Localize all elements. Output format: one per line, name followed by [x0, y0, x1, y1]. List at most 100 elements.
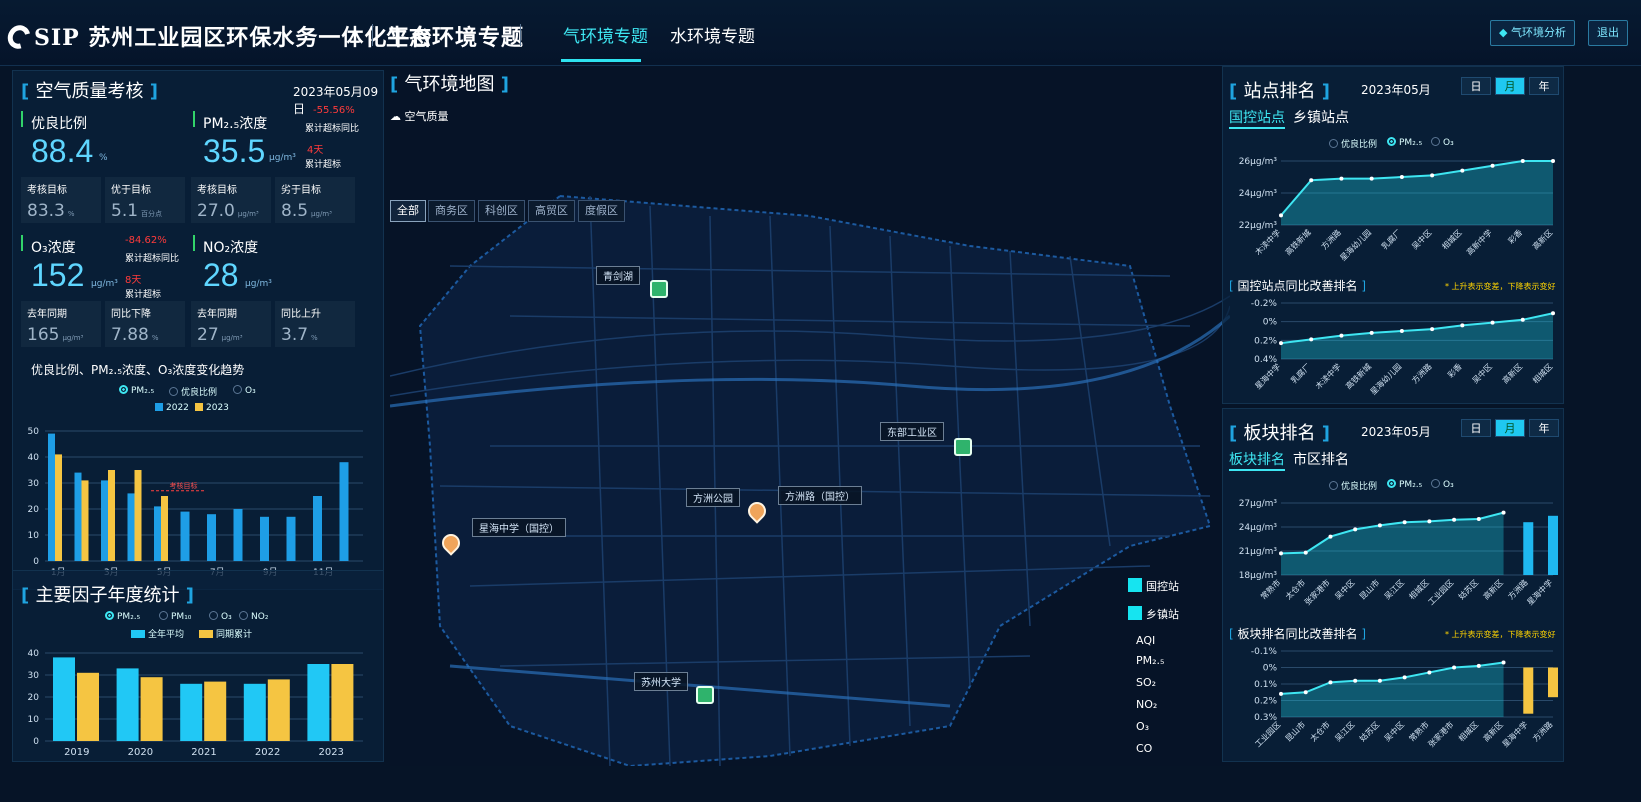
tab-national-station[interactable]: 国控站点: [1229, 107, 1285, 129]
toggle-month[interactable]: 月: [1495, 77, 1525, 95]
bar: [77, 672, 99, 741]
radio-o3[interactable]: O₃: [209, 611, 232, 622]
radio-pm25[interactable]: PM₂.₅: [1387, 479, 1422, 490]
radio-no2[interactable]: NO₂: [239, 611, 268, 622]
data-point: [1353, 678, 1358, 683]
air-quality-panel: [ 空气质量考核 ] 2023年05月09日 优良比例 88.4 % PM₂.₅…: [12, 70, 384, 590]
data-point: [1501, 660, 1506, 665]
y-tick-label: 22μg/m³: [1239, 221, 1278, 231]
data-point: [1460, 323, 1465, 328]
y-tick-label: 10: [28, 715, 40, 725]
header-divider: [372, 24, 373, 46]
good-ratio-label: 优良比例: [31, 116, 87, 132]
x-tick-label: 吴中区: [1409, 227, 1433, 251]
tab-city-rank[interactable]: 市区排名: [1293, 449, 1349, 469]
layer-co[interactable]: CO: [1136, 742, 1152, 755]
layer-aqi[interactable]: AQI: [1136, 634, 1155, 647]
layer-so2[interactable]: SO₂: [1136, 676, 1156, 689]
legend-2022: 2022: [155, 403, 189, 413]
pm25-days-label: 累计超标: [305, 160, 342, 170]
filter-trade[interactable]: 高贸区: [528, 200, 575, 222]
bar: [81, 480, 89, 561]
bar: [127, 493, 135, 561]
bar: [204, 681, 227, 741]
toggle-day[interactable]: 日: [1461, 419, 1491, 437]
station-marker[interactable]: [650, 280, 668, 298]
bar: [134, 470, 142, 561]
filter-all[interactable]: 全部: [390, 200, 426, 222]
map-label: 东部工业区: [880, 422, 944, 441]
metric-marker: [193, 235, 195, 251]
bar: [48, 433, 55, 561]
annual-chart: 0 10 20 30 40 2019 2020 2021 2022 2023: [13, 645, 385, 763]
station-marker[interactable]: [954, 438, 972, 456]
data-point: [1339, 176, 1344, 181]
tab-town-station[interactable]: 乡镇站点: [1293, 107, 1349, 127]
toggle-year[interactable]: 年: [1529, 419, 1559, 437]
layer-no2[interactable]: NO₂: [1136, 698, 1157, 711]
no2-unit: μg/m³: [245, 279, 272, 289]
radio-pm25[interactable]: PM₂.₅: [105, 611, 140, 622]
x-tick-label: 木渎中学: [1253, 227, 1283, 257]
bar: [1548, 515, 1558, 575]
radio-pm25[interactable]: PM₂.₅: [119, 385, 154, 396]
data-point: [1501, 510, 1506, 515]
o3-label: O₃浓度: [31, 240, 76, 256]
filter-business[interactable]: 商务区: [428, 200, 475, 222]
radio-good-ratio[interactable]: 优良比例: [169, 385, 217, 398]
y-tick-label: 20: [28, 505, 40, 515]
radio-good-ratio[interactable]: 优良比例: [1329, 479, 1377, 492]
filter-resort[interactable]: 度假区: [578, 200, 625, 222]
x-tick-label: 姑苏区: [1456, 577, 1480, 601]
pm25-change-label: 累计超标同比: [305, 124, 360, 134]
tab-air[interactable]: 气环境专题: [563, 22, 648, 47]
data-point: [1399, 329, 1404, 333]
radio-o3[interactable]: O₃: [233, 385, 256, 396]
data-point: [1460, 168, 1465, 173]
trend-title: 优良比例、PM₂.₅浓度、O₃浓度变化趋势: [31, 363, 245, 377]
layer-o3[interactable]: O₃: [1136, 720, 1149, 733]
legend-annual-avg: 全年平均: [131, 627, 184, 640]
radio-pm10[interactable]: PM₁₀: [159, 611, 191, 622]
block-improve-chart: -0.1% 0% 0.1% 0.2% 0.3% 工业园区 昆山市 太仓市 吴江区 姑苏区 吴中区 常熟…: [1223, 643, 1565, 761]
data-point: [1430, 327, 1435, 332]
radio-o3[interactable]: O₃: [1431, 137, 1454, 148]
radio-o3[interactable]: O₃: [1431, 479, 1454, 490]
bar: [180, 511, 190, 561]
bar: [140, 677, 163, 741]
tab-water[interactable]: 水环境专题: [670, 22, 755, 47]
layer-pm25[interactable]: PM₂.₅: [1136, 654, 1164, 667]
air-analysis-button[interactable]: ◆ 气环境分析: [1490, 20, 1575, 46]
exit-button[interactable]: 退出: [1588, 20, 1628, 46]
y-tick-label: 20: [28, 693, 40, 703]
toggle-year[interactable]: 年: [1529, 77, 1559, 95]
radio-good-ratio[interactable]: 优良比例: [1329, 137, 1377, 150]
block-ranking-panel: [ 板块排名 ] 2023年05月 日 月 年 板块排名 市区排名 优良比例 P…: [1222, 408, 1564, 762]
station-marker[interactable]: [696, 686, 714, 704]
y-tick-label: 40: [28, 649, 40, 659]
x-tick-label: 高新中学: [1464, 227, 1494, 257]
metric-cell: 去年同期 27 μg/m³: [191, 301, 271, 347]
map-panel[interactable]: [ 气环境地图 ] ☁ 空气质量 全部 商务区 科创区 高贸区 度假区 青剑湖 …: [390, 66, 1230, 766]
bar: [161, 496, 168, 561]
data-point: [1427, 670, 1432, 675]
area-fill: [1281, 512, 1504, 575]
bar: [1523, 667, 1534, 714]
y-tick-label: -0.1%: [1251, 647, 1278, 657]
y-tick-label: 0.1%: [1254, 680, 1277, 690]
area-fill: [1281, 161, 1553, 225]
toggle-day[interactable]: 日: [1461, 77, 1491, 95]
annual-panel: [ 主要因子年度统计 ] PM₂.₅ PM₁₀ O₃ NO₂ 全年平均 同期累计…: [12, 570, 384, 762]
toggle-month[interactable]: 月: [1495, 419, 1525, 437]
x-tick-label: 张家港市: [1426, 719, 1456, 749]
data-point: [1328, 534, 1333, 539]
data-point: [1399, 175, 1404, 179]
map-label: 苏州大学: [634, 672, 688, 691]
x-tick-label: 星海中学: [1500, 719, 1530, 749]
radio-pm25[interactable]: PM₂.₅: [1387, 137, 1422, 148]
x-tick-label: 星海幼儿园: [1368, 361, 1403, 396]
x-tick-label: 常熟市: [1407, 719, 1431, 743]
filter-tech[interactable]: 科创区: [478, 200, 525, 222]
panel-title: [ 站点排名 ]: [1229, 81, 1330, 102]
tab-block-rank[interactable]: 板块排名: [1229, 449, 1285, 471]
